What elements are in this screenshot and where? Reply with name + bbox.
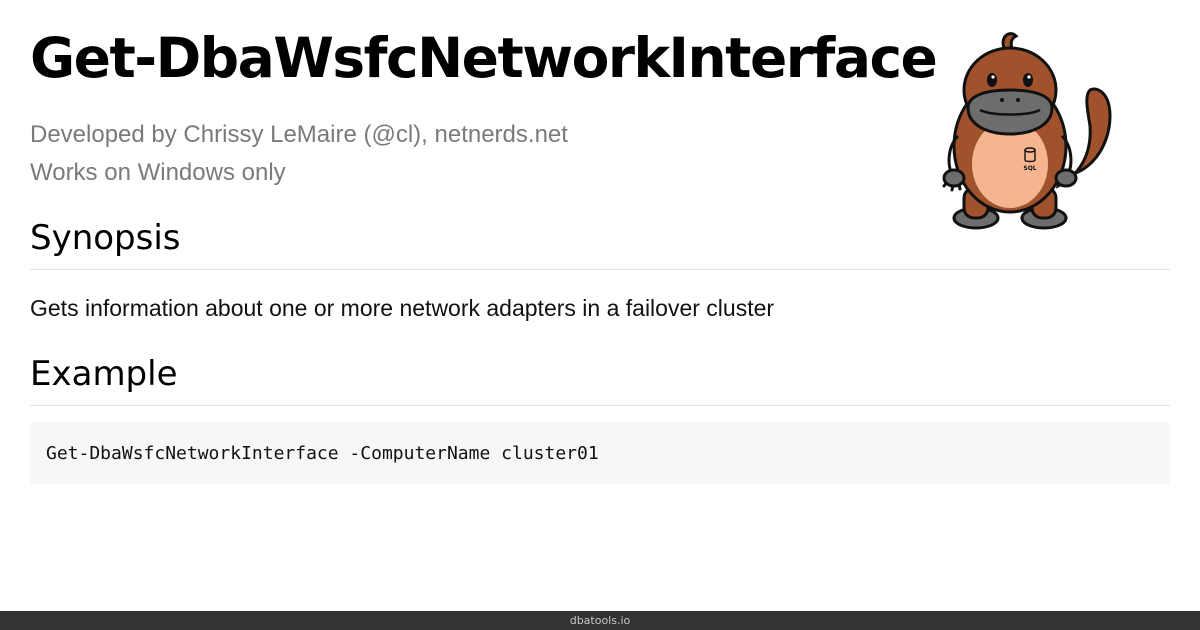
mascot-bill [966, 88, 1054, 136]
example-heading: Example [30, 354, 178, 394]
footer-bar: dbatools.io [0, 611, 1200, 630]
synopsis-divider [30, 269, 1170, 270]
mascot-right-eye [1023, 73, 1033, 87]
example-code-block[interactable]: Get-DbaWsfcNetworkInterface -ComputerNam… [30, 422, 1170, 484]
platypus-mascot-icon: SQL [942, 32, 1112, 230]
page-title: Get-DbaWsfcNetworkInterface [30, 26, 938, 90]
example-code: Get-DbaWsfcNetworkInterface -ComputerNam… [46, 442, 599, 464]
synopsis-heading: Synopsis [30, 218, 181, 258]
mascot-badge-text: SQL [1023, 165, 1036, 172]
page: Get-DbaWsfcNetworkInterface Developed by… [0, 0, 1200, 630]
footer-site-link[interactable]: dbatools.io [570, 614, 631, 627]
platform-note: Works on Windows only [30, 159, 286, 186]
mascot-left-eye [987, 73, 997, 87]
developer-credit: Developed by Chrissy LeMaire (@cl), netn… [30, 121, 568, 148]
synopsis-text: Gets information about one or more netwo… [30, 295, 775, 321]
command-meta: Developed by Chrissy LeMaire (@cl), netn… [30, 116, 568, 192]
example-divider [30, 405, 1170, 406]
